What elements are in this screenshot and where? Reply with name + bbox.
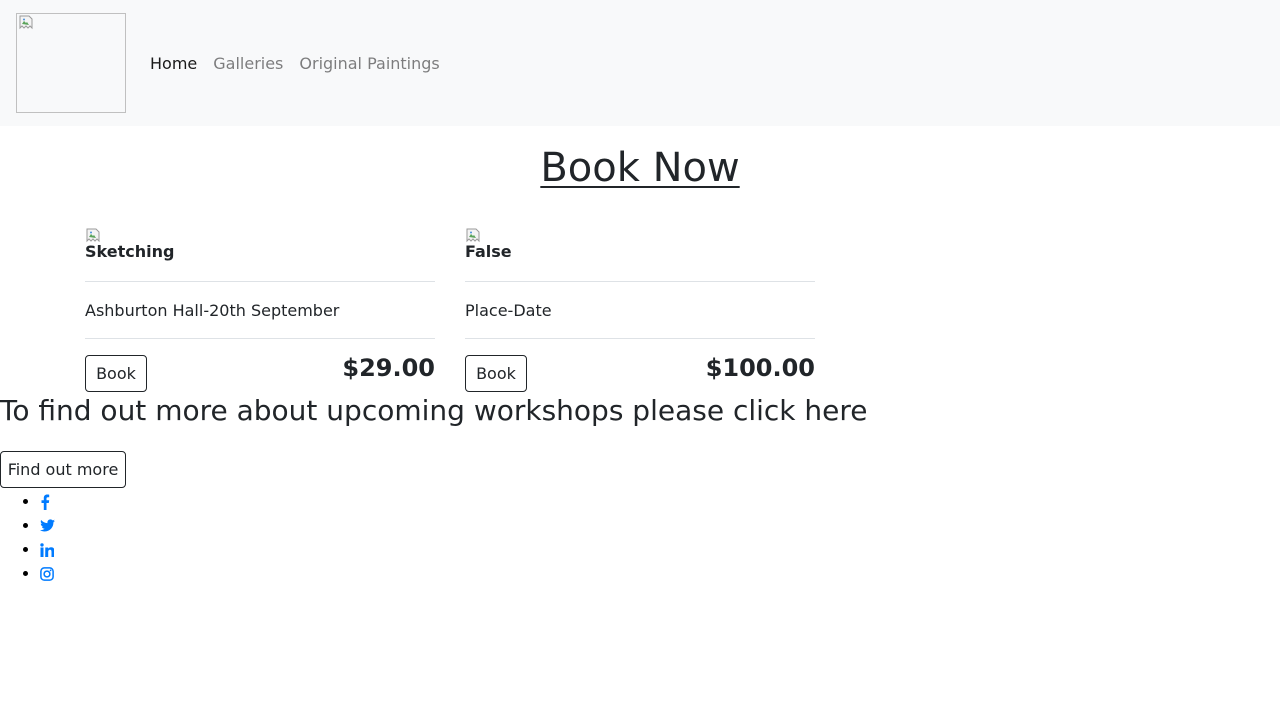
divider bbox=[85, 281, 435, 282]
broken-image-icon bbox=[19, 15, 33, 30]
main-nav: Home Galleries Original Paintings bbox=[150, 52, 440, 76]
card-price: $29.00 bbox=[342, 354, 435, 382]
instagram-icon bbox=[40, 566, 54, 581]
page-title: Book Now bbox=[0, 140, 1280, 196]
social-item-facebook bbox=[40, 489, 55, 513]
divider bbox=[85, 338, 435, 339]
find-out-more-button[interactable]: Find out more bbox=[0, 451, 126, 488]
facebook-link[interactable] bbox=[40, 494, 50, 510]
nav-home[interactable]: Home bbox=[150, 52, 197, 76]
navbar: Home Galleries Original Paintings bbox=[0, 0, 1280, 126]
nav-original-paintings[interactable]: Original Paintings bbox=[299, 52, 439, 76]
card-title: Sketching bbox=[85, 242, 175, 261]
linkedin-icon bbox=[40, 542, 54, 557]
card-title: False bbox=[465, 242, 512, 261]
social-item-linkedin bbox=[40, 537, 55, 561]
book-button[interactable]: Book bbox=[465, 355, 527, 392]
instagram-link[interactable] bbox=[40, 566, 54, 581]
nav-galleries[interactable]: Galleries bbox=[213, 52, 283, 76]
divider bbox=[465, 338, 815, 339]
workshop-card-sketching: Sketching Ashburton Hall-20th September … bbox=[85, 228, 435, 392]
workshops-heading: To find out more about upcoming workshop… bbox=[0, 394, 868, 427]
logo-image[interactable] bbox=[16, 13, 126, 113]
social-item-instagram bbox=[40, 561, 55, 585]
book-button[interactable]: Book bbox=[85, 355, 147, 392]
social-links bbox=[0, 489, 55, 585]
twitter-icon bbox=[40, 519, 55, 532]
linkedin-link[interactable] bbox=[40, 542, 54, 557]
social-item-twitter bbox=[40, 513, 55, 537]
card-price: $100.00 bbox=[705, 354, 815, 382]
facebook-icon bbox=[41, 494, 50, 510]
card-place-date: Place-Date bbox=[465, 301, 552, 320]
divider bbox=[465, 281, 815, 282]
page-title-text: Book Now bbox=[540, 145, 740, 191]
twitter-link[interactable] bbox=[40, 519, 55, 532]
workshop-card-false: False Place-Date Book $100.00 bbox=[465, 228, 815, 392]
card-place-date: Ashburton Hall-20th September bbox=[85, 301, 340, 320]
